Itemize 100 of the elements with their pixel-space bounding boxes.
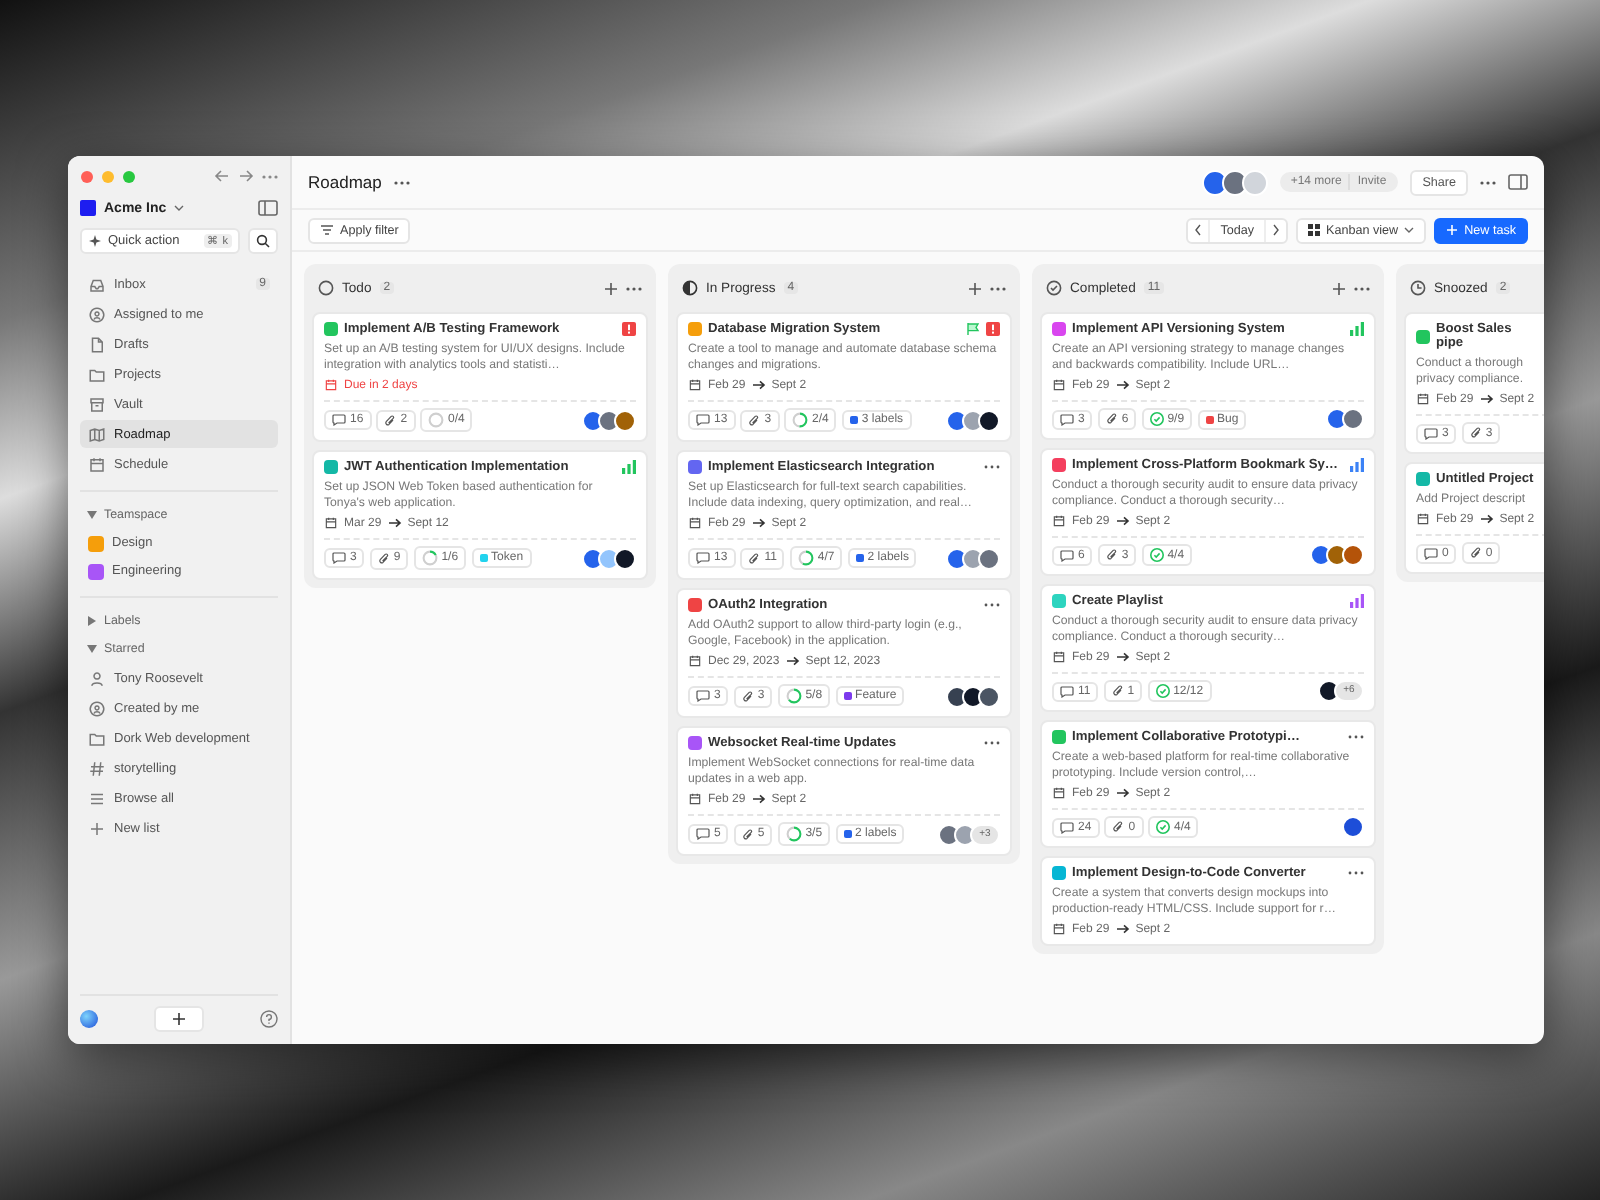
caret-icon <box>87 511 97 519</box>
more-icon[interactable] <box>984 602 1000 608</box>
folder-icon <box>88 729 106 747</box>
chevron-right-icon <box>1272 224 1281 236</box>
urgent-icon <box>986 322 1000 336</box>
plus-icon[interactable] <box>604 281 618 295</box>
arrow-right-icon <box>751 518 766 528</box>
document-icon <box>88 335 106 353</box>
inbox-icon <box>88 275 106 293</box>
folder-icon <box>88 365 106 383</box>
comment-icon <box>332 414 346 426</box>
comment-icon <box>696 552 710 564</box>
more-icon[interactable] <box>984 740 1000 746</box>
comment-icon <box>696 828 710 840</box>
search-button[interactable] <box>248 228 278 254</box>
help-icon[interactable] <box>260 1010 278 1028</box>
comment-icon <box>1424 427 1438 439</box>
progress-ring-icon <box>785 826 802 842</box>
comment-icon <box>1060 685 1074 697</box>
workspace-logo-icon <box>80 200 96 216</box>
progress-ring-icon <box>428 412 445 428</box>
arrow-right-icon <box>751 380 766 390</box>
calendar-icon <box>324 516 338 530</box>
more-icon[interactable] <box>262 173 278 179</box>
more-icon[interactable] <box>626 285 642 291</box>
due-calendar-icon <box>324 378 338 392</box>
progress-ring-icon <box>785 688 802 704</box>
check-circle-icon <box>1156 820 1171 834</box>
paperclip-icon <box>748 551 761 565</box>
plus-icon <box>172 1012 186 1026</box>
calendar-icon <box>1052 650 1066 664</box>
paperclip-icon <box>384 413 397 427</box>
clock-icon <box>1410 280 1426 296</box>
paperclip-icon <box>1469 546 1482 560</box>
calendar-icon <box>1052 922 1066 936</box>
check-circle-icon <box>1149 412 1164 426</box>
comment-icon <box>696 690 710 702</box>
check-circle-icon <box>1155 684 1170 698</box>
half-circle-icon <box>682 280 698 296</box>
panel-toggle-icon[interactable] <box>1508 174 1528 190</box>
calendar-icon <box>1052 514 1066 528</box>
comment-icon <box>696 414 710 426</box>
paperclip-icon <box>1105 548 1118 562</box>
chevron-left-icon <box>1194 224 1203 236</box>
calendar-icon <box>88 455 106 473</box>
arrow-right-icon <box>1115 788 1130 798</box>
more-icon[interactable] <box>990 285 1006 291</box>
more-icon[interactable] <box>1348 870 1364 876</box>
paperclip-icon <box>1469 426 1482 440</box>
search-icon <box>256 234 270 248</box>
plus-icon[interactable] <box>968 281 982 295</box>
comment-icon <box>1060 549 1074 561</box>
comment-icon <box>1060 413 1074 425</box>
check-circle-icon <box>1149 548 1164 562</box>
arrow-right-icon <box>1115 924 1130 934</box>
arrow-right-icon <box>1115 380 1130 390</box>
globe-avatar-icon[interactable] <box>80 1010 98 1028</box>
more-icon[interactable] <box>984 464 1000 470</box>
empty-circle-icon <box>318 280 334 296</box>
progress-ring-icon <box>797 550 814 566</box>
calendar-icon <box>1052 786 1066 800</box>
flag-icon <box>966 322 980 336</box>
forward-arrow-icon[interactable] <box>238 168 254 184</box>
filter-icon <box>320 224 334 236</box>
calendar-icon <box>688 654 702 668</box>
arrow-right-icon <box>1479 514 1494 524</box>
paperclip-icon <box>377 551 390 565</box>
more-icon[interactable] <box>393 179 410 185</box>
paperclip-icon <box>1111 684 1124 698</box>
more-icon[interactable] <box>1354 285 1370 291</box>
list-icon <box>88 789 106 807</box>
paperclip-icon <box>1112 820 1125 834</box>
comment-icon <box>1424 547 1438 559</box>
add-button[interactable] <box>154 1006 204 1032</box>
plus-icon <box>88 819 106 837</box>
sparkle-icon <box>88 234 102 248</box>
calendar-icon <box>1416 392 1430 406</box>
paperclip-icon <box>741 689 754 703</box>
back-arrow-icon[interactable] <box>214 168 230 184</box>
grid-icon <box>1308 224 1321 236</box>
window-controls-icon[interactable] <box>80 169 140 183</box>
plus-icon <box>1446 224 1459 236</box>
check-circle-icon <box>1046 280 1062 296</box>
calendar-icon <box>1052 378 1066 392</box>
progress-ring-icon <box>792 412 809 428</box>
archive-icon <box>88 395 106 413</box>
sidebar-toggle-icon[interactable] <box>258 200 278 216</box>
page-title: Roadmap <box>308 172 382 192</box>
chevron-down-icon[interactable] <box>174 204 185 212</box>
chevron-down-icon <box>1404 226 1415 234</box>
calendar-icon <box>688 792 702 806</box>
calendar-icon <box>688 516 702 530</box>
plus-icon[interactable] <box>1332 281 1346 295</box>
more-icon[interactable] <box>1348 734 1364 740</box>
caret-icon <box>87 645 97 653</box>
more-icon[interactable] <box>1480 179 1496 185</box>
comment-icon <box>1060 821 1074 833</box>
progress-ring-icon <box>421 550 438 566</box>
arrow-right-icon <box>1115 516 1130 526</box>
paperclip-icon <box>748 413 761 427</box>
